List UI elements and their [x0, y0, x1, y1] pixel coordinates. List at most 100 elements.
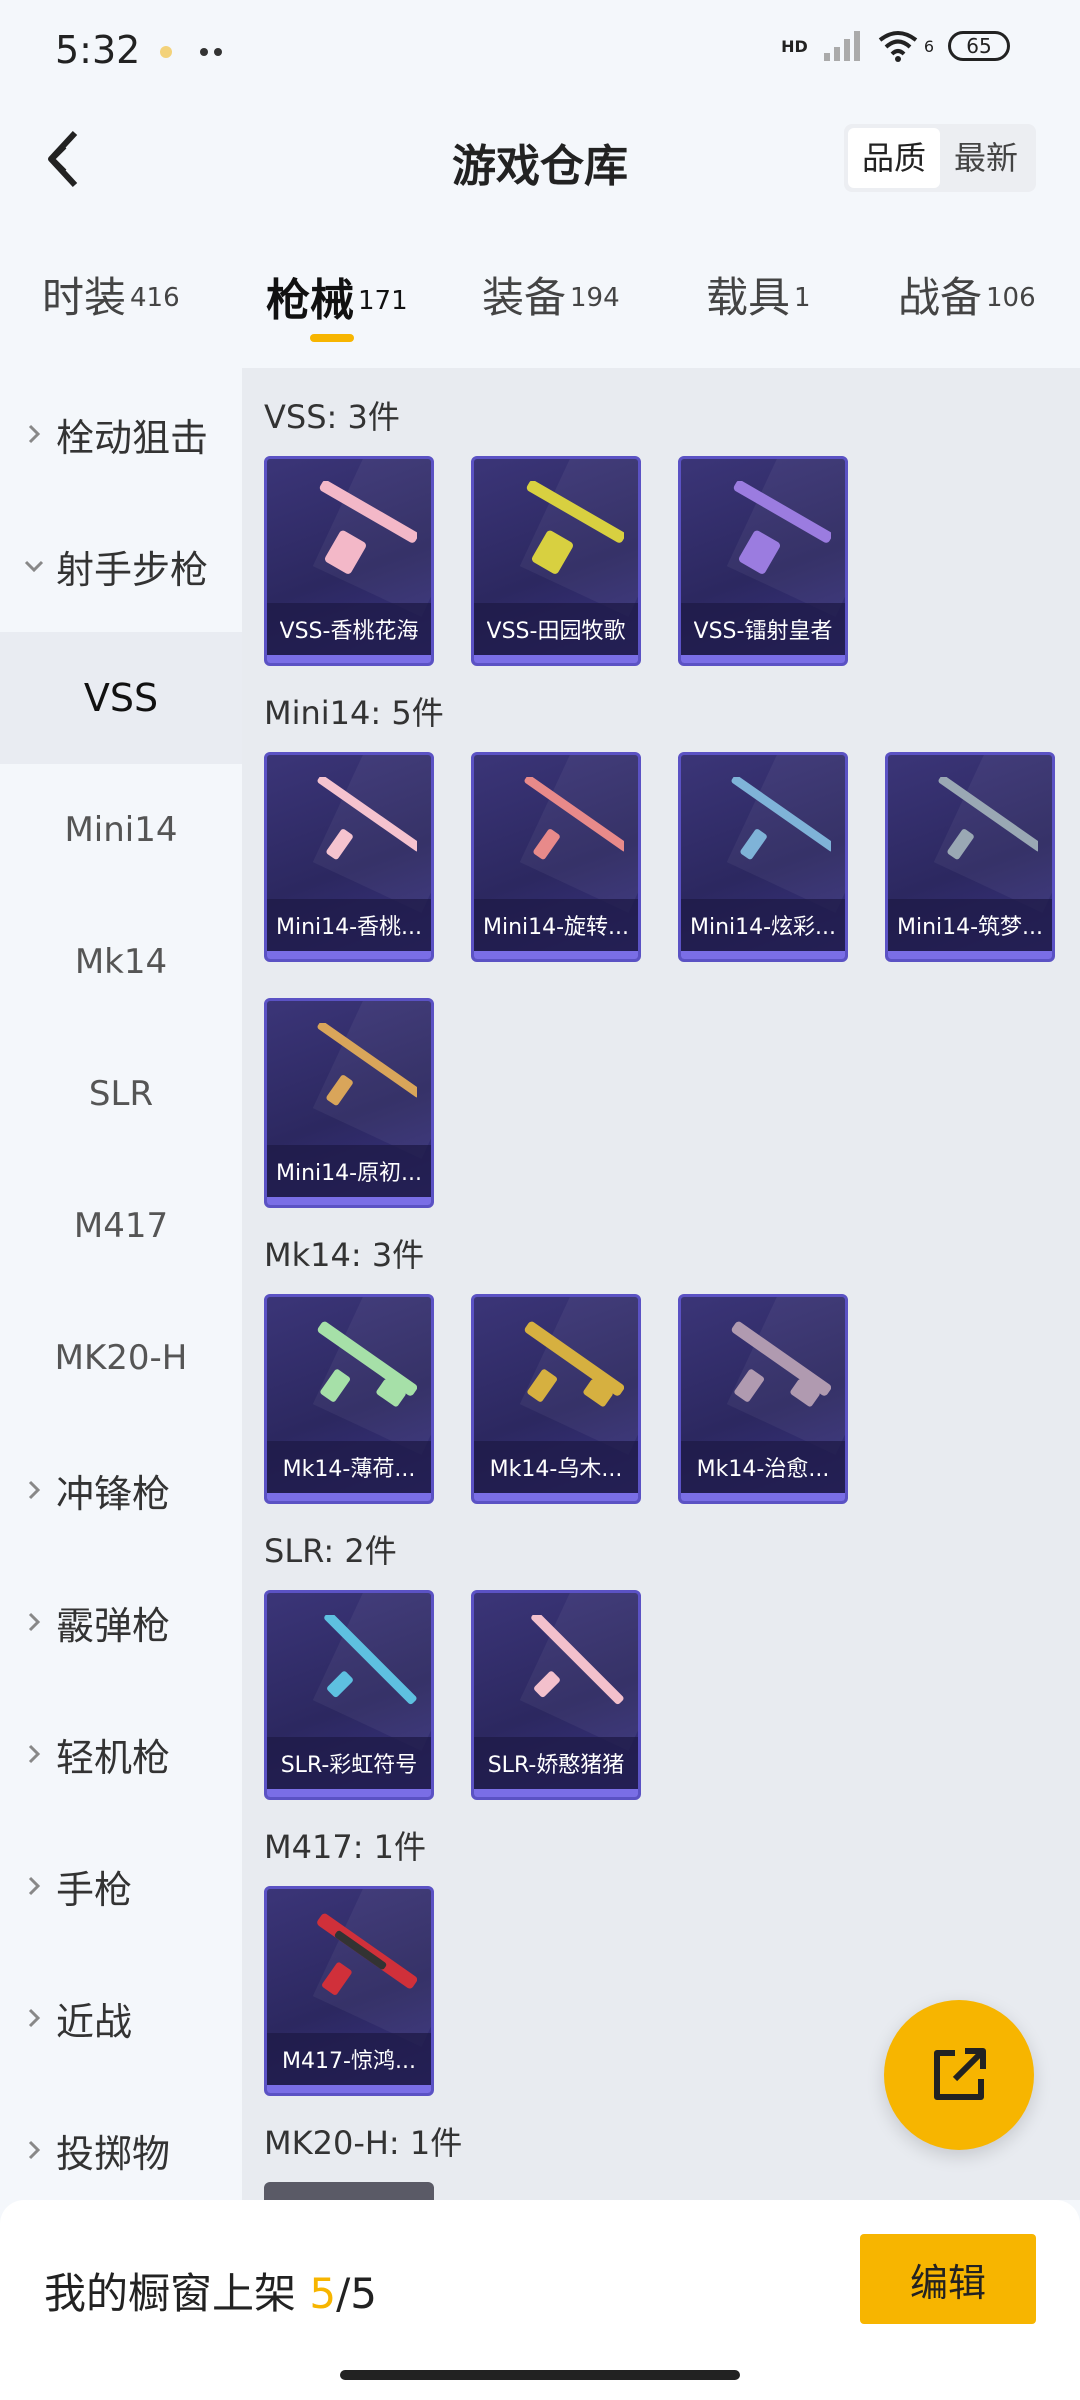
- tab-guns[interactable]: 枪械 171: [266, 264, 408, 328]
- edit-button[interactable]: 编辑: [860, 2234, 1036, 2324]
- sidebar-item-label: M417: [73, 1206, 169, 1246]
- gun-skin-icon: [317, 1023, 417, 1106]
- sidebar-item-label: SLR: [88, 1074, 154, 1114]
- sidebar-item-mini14[interactable]: Mini14: [0, 764, 242, 896]
- sidebar-item-mk14[interactable]: Mk14: [0, 896, 242, 1028]
- home-indicator[interactable]: [340, 2370, 740, 2380]
- signal-icon: [823, 31, 860, 61]
- card-name-bar: SLR-娇憨猪猪: [474, 1737, 638, 1789]
- item-card[interactable]: Mini14-旋转...: [471, 752, 641, 962]
- chevron-right-icon: [22, 2138, 46, 2162]
- item-card[interactable]: Mk14-治愈...: [678, 1294, 848, 1504]
- sidebar-item-label: 射手步枪: [56, 547, 209, 592]
- sidebar: 栓动狙击 射手步枪 VSS Mini14 Mk14 SLR M417 MK20-…: [0, 368, 242, 2200]
- sidebar-item-label: 霰弹枪: [56, 1603, 171, 1648]
- group-title-slr: SLR: 2件: [264, 1532, 397, 1570]
- group-title-mk20h: MK20-H: 1件: [264, 2124, 463, 2162]
- sidebar-item-m417[interactable]: M417: [0, 1160, 242, 1292]
- sidebar-item-dmr[interactable]: 射手步枪: [0, 500, 242, 632]
- signal-small-label: 6: [923, 36, 934, 56]
- gun-shape: [319, 481, 417, 574]
- item-card[interactable]: Mini14-香桃...: [264, 752, 434, 962]
- sidebar-item-shotgun[interactable]: 霰弹枪: [0, 1556, 242, 1688]
- card-name-bar: Mini14-炫彩...: [681, 899, 845, 951]
- sidebar-item-mk20h[interactable]: MK20-H: [0, 1292, 242, 1424]
- sidebar-item-lmg[interactable]: 轻机枪: [0, 1688, 242, 1820]
- gun-skin-icon: [524, 777, 624, 860]
- status-time: 5:32: [55, 28, 141, 72]
- group-title-mini14: Mini14: 5件: [264, 694, 444, 732]
- item-card[interactable]: M417-惊鸿...: [264, 1886, 434, 2096]
- header: 游戏仓库 品质 最新: [0, 100, 1080, 220]
- status-icons: HD 6 65: [781, 28, 1010, 64]
- card-name-bar: Mini14-原初...: [267, 1145, 431, 1197]
- sidebar-item-slr[interactable]: SLR: [0, 1028, 242, 1160]
- chevron-right-icon: [22, 1742, 46, 1766]
- sidebar-item-throwable[interactable]: 投掷物: [0, 2084, 242, 2216]
- item-card-partial[interactable]: [264, 2182, 434, 2200]
- item-card[interactable]: VSS-香桃花海: [264, 456, 434, 666]
- chevron-right-icon: [22, 1478, 46, 1502]
- item-card[interactable]: SLR-彩虹符号: [264, 1590, 434, 1800]
- item-name: Mini14-原初...: [275, 1161, 423, 1186]
- card-name-bar: VSS-田园牧歌: [474, 603, 638, 655]
- tab-supplies[interactable]: 战备 106: [898, 264, 1036, 325]
- gun-skin-icon: [317, 1321, 417, 1407]
- sidebar-item-pistol[interactable]: 手枪: [0, 1820, 242, 1952]
- sidebar-item-label: 投掷物: [56, 2131, 171, 2176]
- item-card[interactable]: Mini14-筑梦...: [885, 752, 1055, 962]
- tab-fashion[interactable]: 时装 416: [42, 264, 180, 325]
- tab-active-indicator: [310, 334, 354, 342]
- gun-skin-icon: [938, 777, 1038, 860]
- item-grid: VSS: 3件 VSS-香桃花海 VSS-田园牧歌 VSS-镭射皇者 Mini1…: [242, 368, 1080, 2200]
- showcase-current: 5: [309, 2269, 337, 2318]
- sidebar-item-bolt-sniper[interactable]: 栓动狙击: [0, 368, 242, 500]
- sidebar-item-melee[interactable]: 近战: [0, 1952, 242, 2084]
- battery-level: 65: [966, 34, 992, 58]
- gun-skin-icon: [731, 777, 831, 860]
- gun-skin-icon: [524, 1321, 624, 1407]
- tab-count: 194: [570, 282, 620, 313]
- card-name-bar: M417-惊鸿...: [267, 2033, 431, 2085]
- sidebar-item-label: 轻机枪: [56, 1735, 171, 1780]
- item-name: M417-惊鸿...: [282, 2049, 416, 2074]
- tab-label: 时装: [42, 273, 127, 322]
- chevron-right-icon: [22, 1610, 46, 1634]
- sidebar-item-label: 冲锋枪: [56, 1471, 171, 1516]
- sidebar-item-label: 栓动狙击: [56, 415, 209, 460]
- more-dots-icon-2: [214, 48, 222, 56]
- status-bar: 5:32 HD 6 65: [0, 0, 1080, 100]
- sort-quality-button[interactable]: 品质: [847, 128, 940, 188]
- gun-skin-icon: [531, 1615, 624, 1705]
- sidebar-item-label: MK20-H: [54, 1338, 188, 1378]
- notification-dot-icon: [160, 46, 172, 58]
- item-card[interactable]: Mk14-薄荷...: [264, 1294, 434, 1504]
- item-name: Mini14-香桃...: [275, 915, 423, 940]
- sidebar-item-vss[interactable]: VSS: [0, 632, 242, 764]
- item-card[interactable]: VSS-镭射皇者: [678, 456, 848, 666]
- sort-newest-button[interactable]: 最新: [940, 128, 1032, 188]
- item-card[interactable]: Mini14-炫彩...: [678, 752, 848, 962]
- item-card[interactable]: VSS-田园牧歌: [471, 456, 641, 666]
- tab-equipment[interactable]: 装备 194: [482, 264, 620, 325]
- group-title-m417: M417: 1件: [264, 1828, 427, 1866]
- sidebar-item-label: Mini14: [64, 810, 178, 850]
- item-card[interactable]: SLR-娇憨猪猪: [471, 1590, 641, 1800]
- sort-toggle: 品质 最新: [843, 124, 1036, 192]
- more-dots-icon: [200, 48, 208, 56]
- gun-skin-icon: [731, 1321, 831, 1407]
- card-name-bar: VSS-香桃花海: [267, 603, 431, 655]
- chevron-right-icon: [22, 2006, 46, 2030]
- share-button[interactable]: [884, 2000, 1034, 2150]
- sidebar-item-label: 近战: [56, 1999, 133, 2044]
- item-name: VSS-香桃花海: [279, 619, 419, 644]
- item-card[interactable]: Mk14-乌木...: [471, 1294, 641, 1504]
- sidebar-item-smg[interactable]: 冲锋枪: [0, 1424, 242, 1556]
- tab-label: 战备: [898, 273, 983, 322]
- card-name-bar: Mini14-筑梦...: [888, 899, 1052, 951]
- item-card[interactable]: Mini14-原初...: [264, 998, 434, 1208]
- item-name: Mk14-薄荷...: [282, 1457, 416, 1482]
- tab-vehicles[interactable]: 载具 1: [706, 264, 811, 325]
- card-name-bar: Mk14-乌木...: [474, 1441, 638, 1493]
- sidebar-item-label: 手枪: [56, 1867, 133, 1912]
